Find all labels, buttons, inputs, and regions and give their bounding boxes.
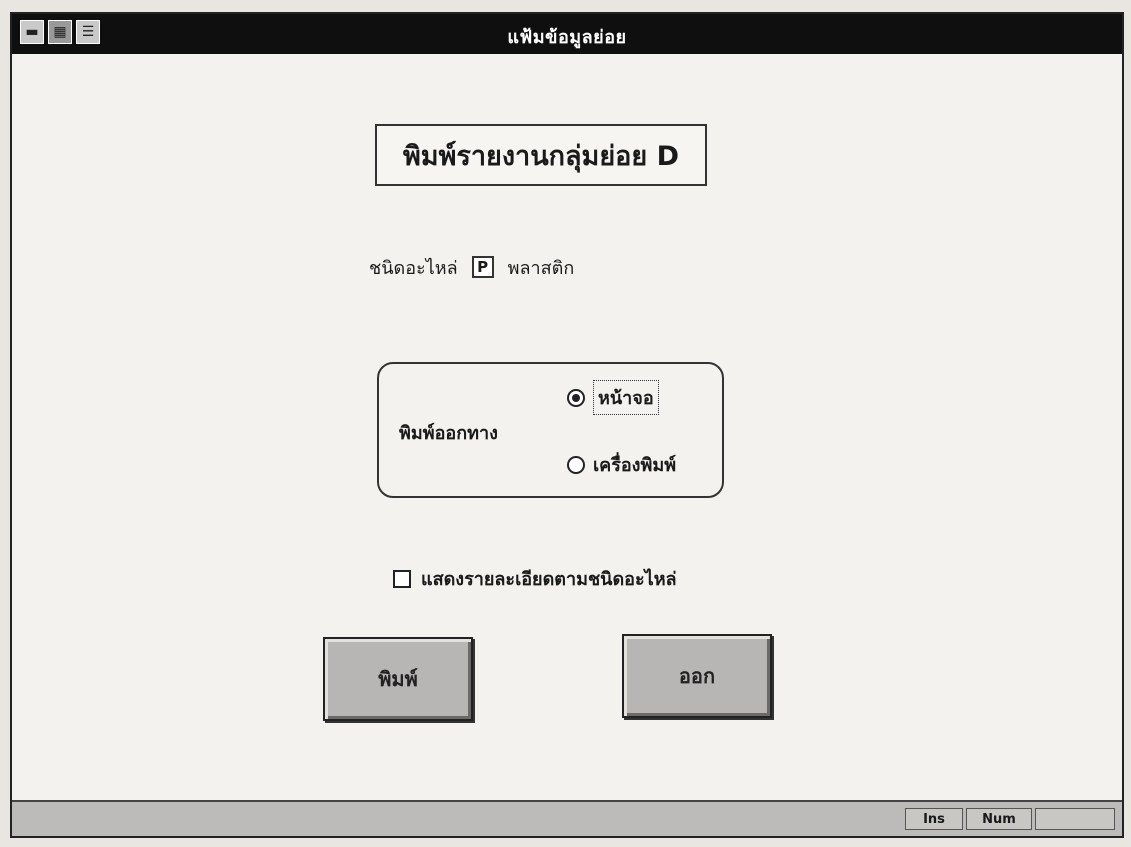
output-destination-group: พิมพ์ออกทาง หน้าจอ เครื่องพิมพ์ (377, 362, 724, 498)
window-title: แฟ้มข้อมูลย่อย (507, 27, 627, 48)
form-content: พิมพ์รายงานกลุ่มย่อย D ชนิดอะไหล่ P พลาส… (12, 54, 1122, 800)
part-type-code[interactable]: P (471, 256, 494, 278)
part-type-row: ชนิดอะไหล่ P พลาสติก (369, 252, 574, 282)
title-bar[interactable]: ▬ ▦ ☰ แฟ้มข้อมูลย่อย (12, 14, 1122, 54)
status-extra (1035, 808, 1115, 830)
detail-checkbox-row[interactable]: แสดงรายละเอียดตามชนิดอะไหล่ (393, 564, 677, 593)
detail-checkbox-label[interactable]: แสดงรายละเอียดตามชนิดอะไหล่ (421, 564, 677, 593)
main-window: ▬ ▦ ☰ แฟ้มข้อมูลย่อย พิมพ์รายงานกลุ่มย่อ… (10, 12, 1124, 838)
exit-button[interactable]: ออก (622, 634, 772, 718)
radio-screen-option[interactable]: หน้าจอ (567, 380, 659, 415)
radio-printer-option[interactable]: เครื่องพิมพ์ (567, 450, 676, 479)
radio-screen-icon[interactable] (567, 388, 585, 407)
status-ins: Ins (905, 808, 963, 830)
status-bar: Ins Num (12, 800, 1122, 836)
print-button[interactable]: พิมพ์ (323, 637, 473, 721)
part-type-label: ชนิดอะไหล่ (369, 257, 458, 279)
part-type-name: พลาสติก (507, 257, 575, 279)
status-num: Num (966, 808, 1032, 830)
report-title: พิมพ์รายงานกลุ่มย่อย D (375, 124, 707, 186)
output-label: พิมพ์ออกทาง (399, 423, 498, 444)
detail-checkbox[interactable] (393, 569, 411, 588)
radio-screen-label[interactable]: หน้าจอ (593, 380, 659, 415)
radio-printer-label[interactable]: เครื่องพิมพ์ (593, 450, 676, 479)
radio-printer-icon[interactable] (567, 455, 585, 474)
